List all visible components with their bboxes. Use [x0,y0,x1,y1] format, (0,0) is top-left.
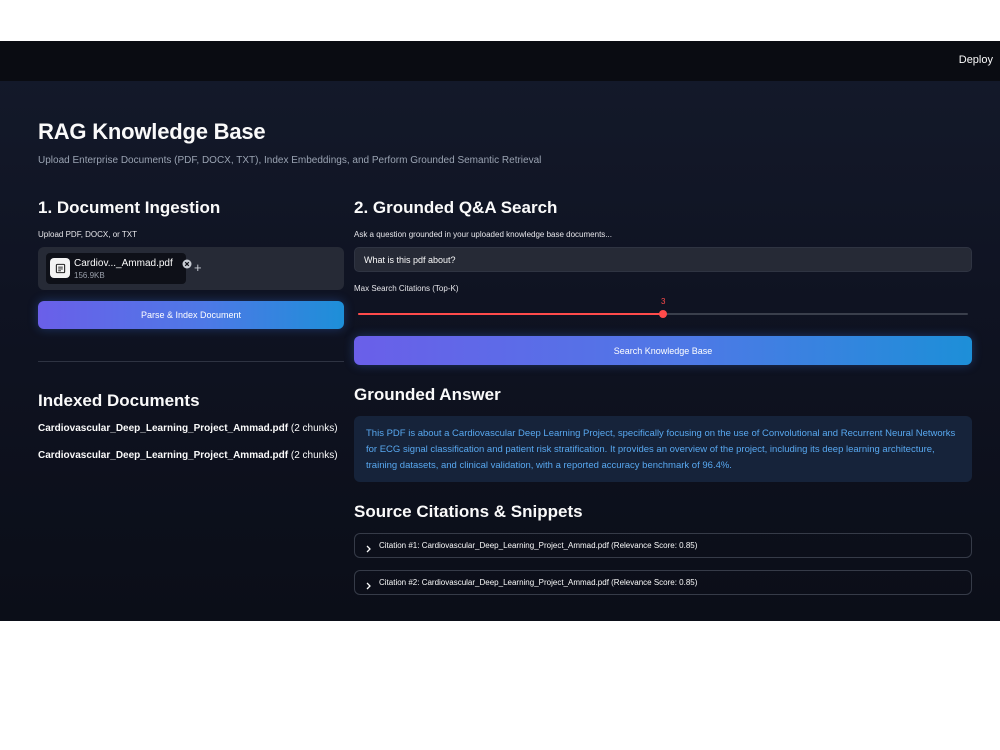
uploaded-file-chip: Cardiov..._Ammad.pdf 156.9KB [46,253,192,284]
app-main: Deploy RAG Knowledge Base Upload Enterpr… [0,41,1000,621]
indexed-document-chunks: (2 chunks) [288,423,338,434]
page-subtitle: Upload Enterprise Documents (PDF, DOCX, … [38,155,542,166]
slider-value: 3 [661,297,666,306]
citations-heading: Source Citations & Snippets [354,502,583,521]
parse-index-button[interactable]: Parse & Index Document [38,301,344,329]
add-file-icon[interactable]: + [194,260,202,275]
citation-expander[interactable]: Citation #2: Cardiovascular_Deep_Learnin… [354,570,972,595]
remove-file-icon[interactable] [182,256,192,269]
search-heading: 2. Grounded Q&A Search [354,198,558,217]
indexed-document-name: Cardiovascular_Deep_Learning_Project_Amm… [38,450,289,461]
slider-fill [358,313,663,315]
file-document-icon [50,258,70,278]
grounded-answer-heading: Grounded Answer [354,385,501,404]
file-size: 156.9KB [74,271,105,280]
question-label: Ask a question grounded in your uploaded… [354,230,612,239]
chevron-right-icon [365,578,373,590]
top-toolbar: Deploy [0,41,1000,81]
ingestion-heading: 1. Document Ingestion [38,198,221,217]
citation-label: Citation #2: Cardiovascular_Deep_Learnin… [379,578,698,587]
slider-label: Max Search Citations (Top-K) [354,284,459,293]
slider-thumb[interactable] [659,310,667,318]
top-k-slider[interactable]: 3 [358,297,968,323]
deploy-button[interactable]: Deploy [959,54,993,66]
indexed-document-item: Cardiovascular_Deep_Learning_Project_Amm… [38,423,338,434]
citation-expander[interactable]: Citation #1: Cardiovascular_Deep_Learnin… [354,533,972,558]
page-title: RAG Knowledge Base [38,119,266,144]
chevron-right-icon [365,541,373,553]
indexed-document-item: Cardiovascular_Deep_Learning_Project_Amm… [38,450,338,461]
question-input[interactable] [354,247,972,272]
grounded-answer-box: This PDF is about a Cardiovascular Deep … [354,416,972,482]
indexed-document-chunks: (2 chunks) [288,450,338,461]
citation-label: Citation #1: Cardiovascular_Deep_Learnin… [379,541,698,550]
search-knowledge-base-button[interactable]: Search Knowledge Base [354,336,972,365]
section-divider [38,361,344,362]
file-uploader[interactable]: Cardiov..._Ammad.pdf 156.9KB + [38,247,344,290]
upload-label: Upload PDF, DOCX, or TXT [38,230,137,239]
indexed-document-name: Cardiovascular_Deep_Learning_Project_Amm… [38,423,289,434]
file-name: Cardiov..._Ammad.pdf [74,258,173,269]
indexed-documents-heading: Indexed Documents [38,391,200,410]
